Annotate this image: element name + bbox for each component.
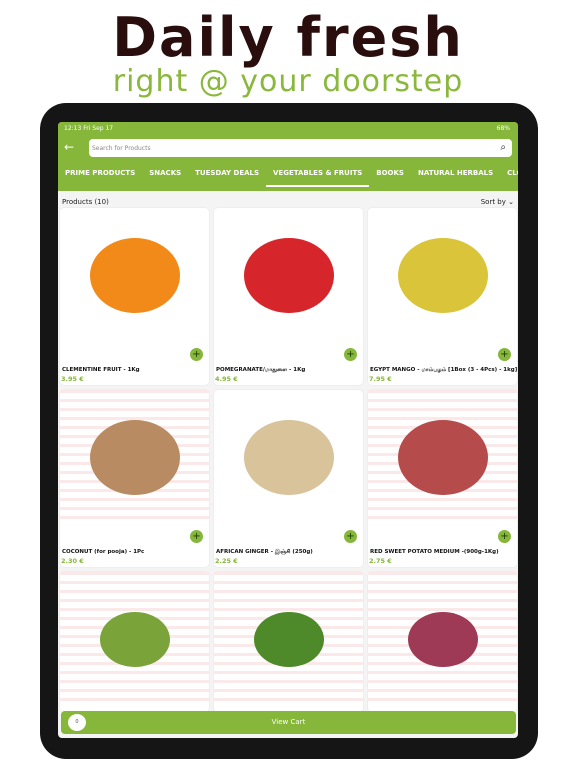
search-icon[interactable]: ⌕	[500, 142, 506, 153]
tab-natural-herbals[interactable]: NATURAL HERBALS	[411, 164, 500, 187]
product-image	[60, 390, 209, 525]
category-tabs: PRIME PRODUCTS SNACKS TUESDAY DEALS VEGETAB…	[58, 164, 518, 187]
tab-books[interactable]: BOOKS	[369, 164, 411, 187]
product-image	[368, 208, 517, 343]
back-arrow-icon[interactable]: ←	[64, 140, 74, 154]
add-to-cart-button[interactable]: +	[498, 530, 511, 543]
product-image	[368, 390, 517, 525]
product-card[interactable]: + POMEGRANATE/மாதுளை - 1Kg 4.95 €	[214, 208, 363, 385]
status-time: 12:13 Fri Sep 17	[64, 125, 114, 132]
hero-title: Daily fresh	[112, 6, 464, 69]
product-photo	[253, 612, 324, 667]
product-price: 7.95 €	[369, 375, 392, 383]
tab-snacks[interactable]: SNACKS	[142, 164, 188, 187]
product-price: 3.95 €	[61, 375, 84, 383]
product-image	[60, 572, 209, 707]
product-photo	[243, 238, 334, 313]
view-cart-button[interactable]: 0 View Cart	[61, 711, 516, 734]
add-to-cart-button[interactable]: +	[190, 348, 203, 361]
products-count: Products (10)	[62, 198, 109, 206]
sort-label: Sort by	[480, 198, 506, 206]
product-grid: + CLEMENTINE FRUIT - 1Kg 3.95 € + POMEGRANAT…	[60, 208, 517, 712]
tab-prime-products[interactable]: PRIME PRODUCTS	[58, 164, 142, 187]
product-photo	[243, 420, 334, 495]
tab-tuesday-deals[interactable]: TUESDAY DEALS	[188, 164, 266, 187]
product-photo	[89, 420, 180, 495]
add-to-cart-button[interactable]: +	[190, 530, 203, 543]
product-card[interactable]: + COCONUT (for pooja) - 1Pc 2.30 €	[60, 390, 209, 567]
product-photo	[99, 612, 170, 667]
product-price: 4.95 €	[215, 375, 238, 383]
product-image	[60, 208, 209, 343]
add-to-cart-button[interactable]: +	[498, 348, 511, 361]
tab-vegetables-fruits[interactable]: VEGETABLES & FRUITS	[266, 164, 370, 187]
product-name: RED SWEET POTATO MEDIUM -(900g-1Kg)	[370, 549, 499, 555]
cart-count: 0	[68, 714, 86, 731]
product-card[interactable]: + AFRICAN GINGER - இஞ்சி (250g) 2.25 €	[214, 390, 363, 567]
app-screen: 12:13 Fri Sep 17 68% ← Search for Product…	[58, 122, 518, 738]
battery-level: 68%	[496, 125, 510, 132]
product-photo	[89, 238, 180, 313]
product-name: POMEGRANATE/மாதுளை - 1Kg	[216, 367, 306, 373]
sort-by-button[interactable]: Sort by ⌄	[481, 198, 514, 206]
header: 12:13 Fri Sep 17 68% ← Search for Product…	[58, 122, 518, 191]
hero-subtitle: right @ your doorstep	[112, 64, 464, 99]
product-photo	[407, 612, 478, 667]
tab-clothes[interactable]: CLOTHES	[500, 164, 518, 187]
search-input[interactable]: Search for Products ⌕	[89, 139, 512, 157]
search-placeholder: Search for Products	[92, 145, 151, 152]
product-image	[214, 208, 363, 343]
product-card[interactable]: + EGYPT MANGO - மாம்பழம் [1Box (3 - 4Pcs)…	[368, 208, 517, 385]
product-name: AFRICAN GINGER - இஞ்சி (250g)	[216, 549, 313, 555]
product-name: CLEMENTINE FRUIT - 1Kg	[62, 367, 140, 373]
product-photo	[397, 238, 488, 313]
product-photo	[397, 420, 488, 495]
product-image	[214, 390, 363, 525]
product-card[interactable]	[60, 572, 209, 712]
product-price: 2.30 €	[61, 557, 84, 565]
status-bar: 12:13 Fri Sep 17 68%	[64, 125, 510, 132]
chevron-down-icon: ⌄	[508, 198, 514, 206]
product-price: 2.25 €	[215, 557, 238, 565]
view-cart-label: View Cart	[271, 718, 306, 726]
product-image	[368, 572, 517, 707]
product-card[interactable]	[368, 572, 517, 712]
product-name: COCONUT (for pooja) - 1Pc	[62, 549, 145, 555]
product-card[interactable]: + CLEMENTINE FRUIT - 1Kg 3.95 €	[60, 208, 209, 385]
product-card[interactable]: + RED SWEET POTATO MEDIUM -(900g-1Kg) 2.75…	[368, 390, 517, 567]
product-name: EGYPT MANGO - மாம்பழம் [1Box (3 - 4Pcs) …	[370, 367, 518, 373]
product-card[interactable]	[214, 572, 363, 712]
add-to-cart-button[interactable]: +	[344, 348, 357, 361]
add-to-cart-button[interactable]: +	[344, 530, 357, 543]
product-price: 2.75 €	[369, 557, 392, 565]
product-image	[214, 572, 363, 707]
